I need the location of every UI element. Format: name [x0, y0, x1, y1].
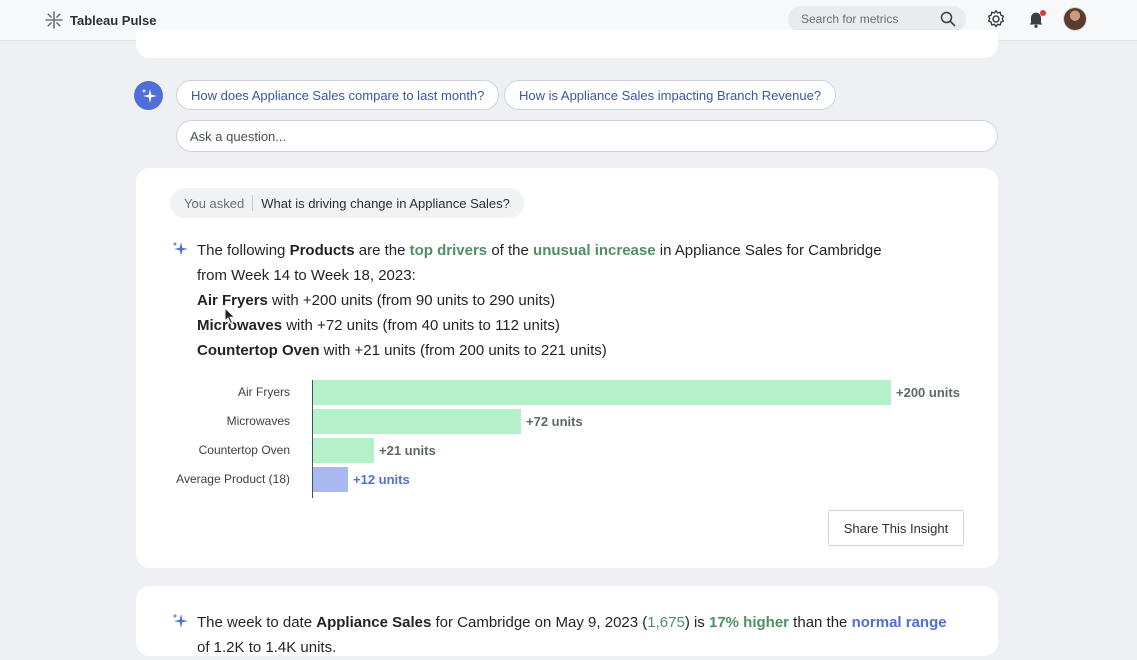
- highlight-normal-range: normal range: [851, 614, 947, 631]
- chart-value-label: +200 units: [896, 385, 960, 400]
- text: for Cambridge on May 9, 2023 (: [431, 614, 648, 631]
- highlight-value: 1,675: [647, 614, 685, 631]
- chart-bar[interactable]: [313, 380, 891, 405]
- highlight-higher: 17% higher: [708, 614, 790, 631]
- text: than the: [789, 614, 852, 631]
- text: of the: [487, 242, 534, 259]
- highlight-unusual-increase: unusual increase: [533, 242, 656, 259]
- insight-text: The following Products are the top drive…: [197, 238, 957, 363]
- share-insight-button[interactable]: Share This Insight: [828, 510, 964, 546]
- text: The week to date: [197, 614, 317, 631]
- ai-assistant-badge: [134, 81, 163, 110]
- driver-name: Microwaves: [197, 317, 283, 334]
- brand[interactable]: Tableau Pulse: [44, 10, 156, 30]
- chart-category-label: Microwaves: [226, 414, 290, 428]
- suggestion-chip-impact[interactable]: How is Appliance Sales impacting Branch …: [504, 80, 837, 110]
- search-input[interactable]: [788, 6, 951, 32]
- text-bold: Appliance Sales: [316, 614, 432, 631]
- text: ) is: [684, 614, 709, 631]
- text: in Appliance Sales for Cambridge: [655, 242, 882, 259]
- driver-detail: with +72 units (from 40 units to 112 uni…: [282, 317, 560, 334]
- suggestion-chip-compare[interactable]: How does Appliance Sales compare to last…: [176, 80, 500, 110]
- tableau-logo-icon: [45, 11, 63, 29]
- chart-value-label: +12 units: [353, 472, 410, 487]
- chart-category-label: Air Fryers: [238, 385, 290, 399]
- notification-dot: [1040, 10, 1046, 16]
- next-insight-text: The week to date Appliance Sales for Cam…: [197, 610, 977, 660]
- driver-line: Countertop Oven with +21 units (from 200…: [197, 338, 957, 363]
- text: of 1.2K to 1.4K units.: [197, 639, 337, 656]
- insight-line-1: The following Products are the top drive…: [197, 238, 957, 263]
- avatar[interactable]: [1064, 8, 1086, 30]
- search-icon[interactable]: [940, 11, 956, 27]
- ask-question-box[interactable]: [176, 120, 998, 152]
- you-asked-pill: You asked What is driving change in Appl…: [170, 188, 524, 218]
- chart-category-label: Countertop Oven: [198, 443, 290, 457]
- gear-icon[interactable]: [986, 9, 1006, 29]
- next-insight-card: The week to date Appliance Sales for Cam…: [136, 586, 998, 656]
- drivers-bar-chart: Air Fryers +200 units Microwaves +72 units C…: [136, 373, 998, 503]
- notifications-button[interactable]: [1026, 9, 1046, 29]
- chart-bar[interactable]: [313, 409, 521, 434]
- chart-bar[interactable]: [313, 438, 374, 463]
- you-asked-label: You asked: [184, 195, 245, 211]
- insight-line-2: from Week 14 to Week 18, 2023:: [197, 267, 416, 284]
- app-title: Tableau Pulse: [70, 12, 157, 28]
- chart-value-label: +21 units: [379, 443, 436, 458]
- chart-bar[interactable]: [313, 467, 348, 492]
- driver-detail: with +21 units (from 200 units to 221 un…: [319, 342, 607, 359]
- text: are the: [354, 242, 410, 259]
- ask-question-input[interactable]: [177, 121, 997, 151]
- search-box[interactable]: [788, 6, 966, 32]
- sparkle-icon: [172, 241, 188, 256]
- chart-value-label: +72 units: [526, 414, 583, 429]
- chart-category-label: Average Product (18): [176, 472, 290, 486]
- driver-name: Countertop Oven: [197, 342, 320, 359]
- sparkle-icon: [141, 88, 157, 103]
- divider: [252, 195, 254, 211]
- text-bold: Products: [289, 242, 355, 259]
- insight-card: You asked What is driving change in Appl…: [136, 168, 998, 568]
- mouse-cursor-icon: [224, 307, 236, 325]
- text: The following: [197, 242, 290, 259]
- driver-line: Air Fryers with +200 units (from 90 unit…: [197, 288, 957, 313]
- asked-question: What is driving change in Appliance Sale…: [261, 195, 510, 211]
- highlight-top-drivers: top drivers: [409, 242, 488, 259]
- driver-detail: with +200 units (from 90 units to 290 un…: [267, 292, 556, 309]
- sparkle-icon: [172, 613, 188, 628]
- previous-card: [136, 30, 998, 58]
- driver-line: Microwaves with +72 units (from 40 units…: [197, 313, 957, 338]
